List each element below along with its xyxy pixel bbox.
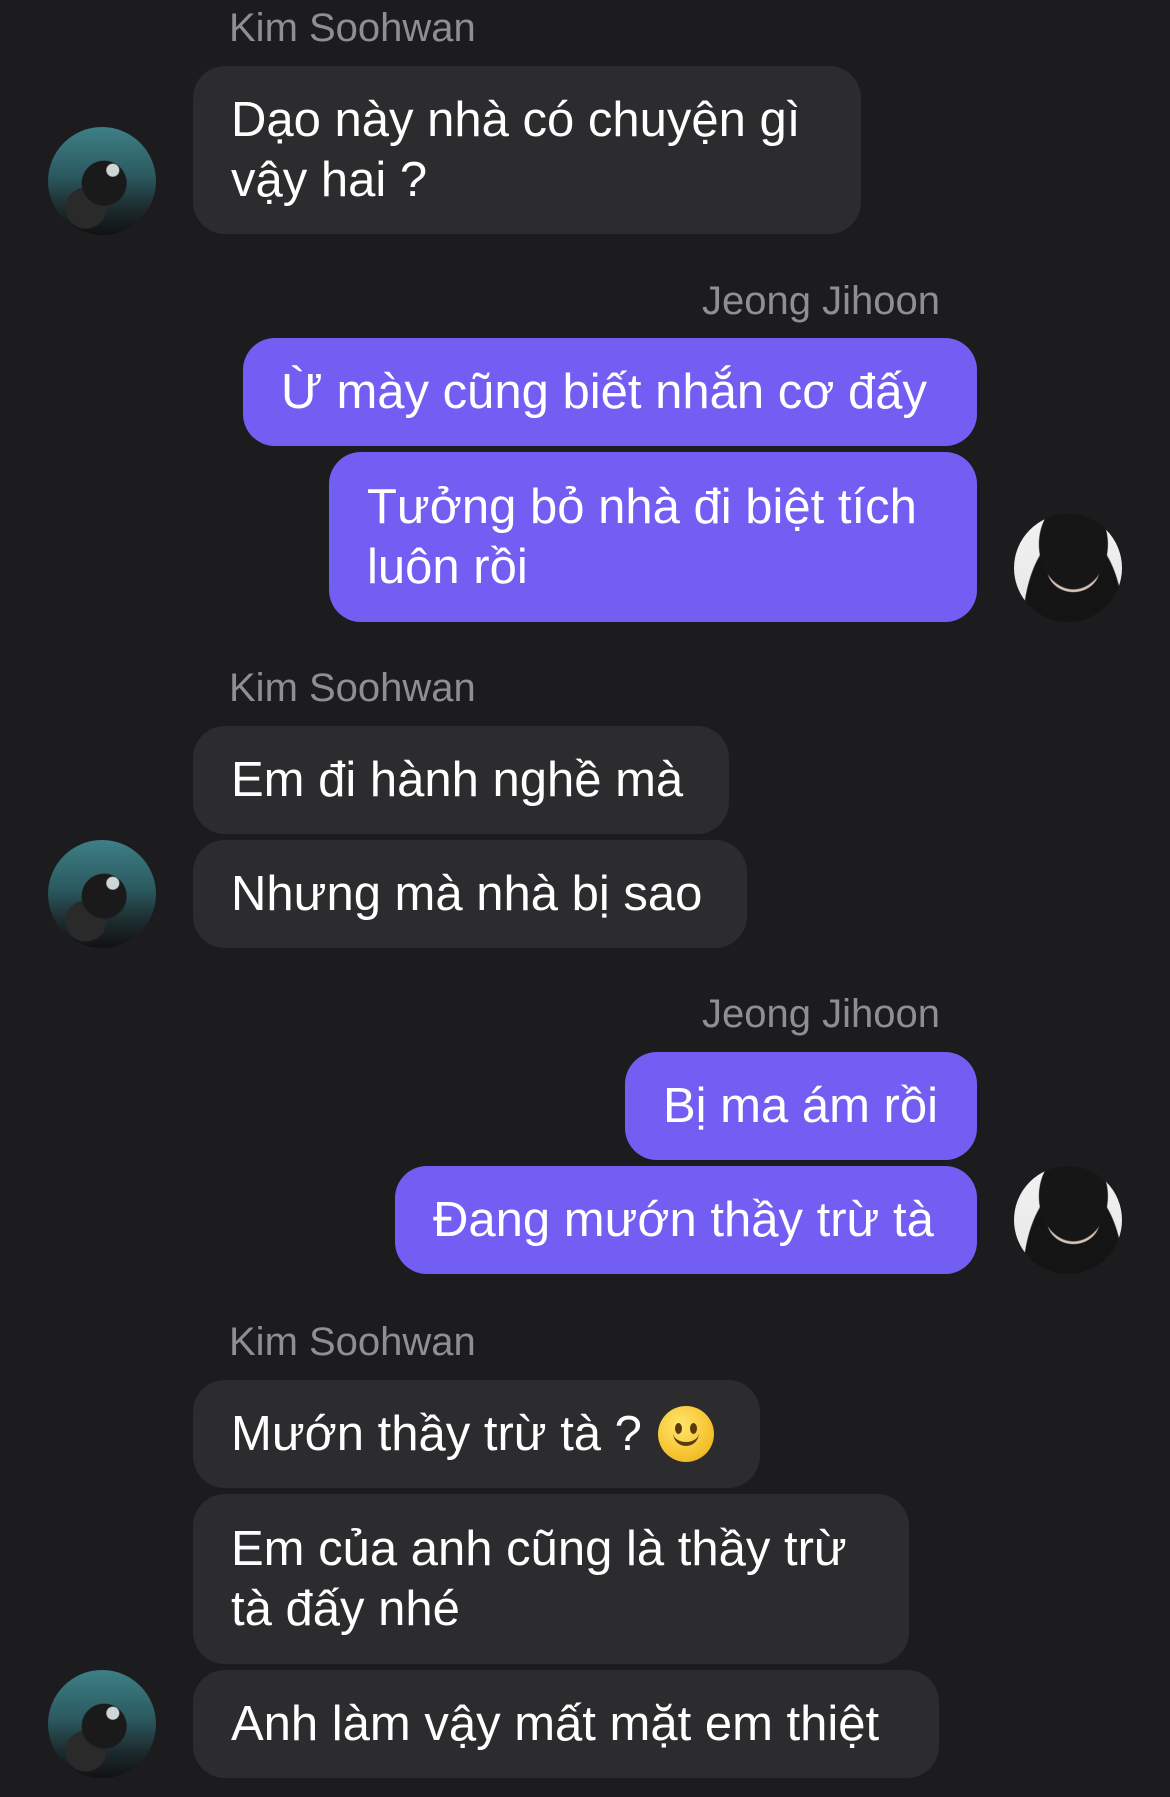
message-text: Em đi hành nghề mà (231, 753, 684, 807)
message-bubble-outgoing[interactable]: Đang mướn thầy trừ tà (395, 1166, 977, 1274)
message-bubble-outgoing[interactable]: Bị ma ám rồi (625, 1052, 977, 1160)
sender-name-kim: Kim Soohwan (229, 6, 476, 50)
message-text: Tưởng bỏ nhà đi biệt tích luôn rồi (367, 480, 917, 594)
message-text: Em của anh cũng là thầy trừ tà đấy nhé (231, 1522, 847, 1636)
message-text: Mướn thầy trừ tà ? (231, 1407, 642, 1461)
message-text: Dạo này nhà có chuyện gì vậy hai ? (231, 93, 801, 207)
message-bubble-incoming[interactable]: Em đi hành nghề mà (193, 726, 729, 834)
slightly-smiling-face-icon (657, 1406, 714, 1462)
message-bubble-outgoing[interactable]: Ừ mày cũng biết nhắn cơ đấy (243, 338, 977, 446)
message-bubble-incoming[interactable]: Em của anh cũng là thầy trừ tà đấy nhé (193, 1494, 909, 1664)
message-text: Đang mướn thầy trừ tà (433, 1193, 934, 1247)
kim-avatar[interactable] (48, 1670, 156, 1778)
kim-avatar[interactable] (48, 127, 156, 235)
jeong-avatar[interactable] (1014, 514, 1122, 622)
message-bubble-incoming[interactable]: Anh làm vậy mất mặt em thiệt (193, 1670, 939, 1778)
kim-avatar[interactable] (48, 840, 156, 948)
message-bubble-incoming[interactable]: Nhưng mà nhà bị sao (193, 840, 747, 948)
sender-name-kim: Kim Soohwan (229, 1320, 476, 1364)
message-bubble-outgoing[interactable]: Tưởng bỏ nhà đi biệt tích luôn rồi (329, 452, 977, 622)
jeong-avatar[interactable] (1014, 1166, 1122, 1274)
sender-name-jeong: Jeong Jihoon (702, 279, 940, 323)
message-text: Nhưng mà nhà bị sao (231, 867, 703, 921)
message-text: Ừ mày cũng biết nhắn cơ đấy (281, 365, 927, 419)
message-text: Anh làm vậy mất mặt em thiệt (231, 1697, 880, 1751)
message-text: Bị ma ám rồi (663, 1079, 939, 1133)
message-bubble-incoming[interactable]: Dạo này nhà có chuyện gì vậy hai ? (193, 66, 861, 234)
message-bubble-incoming[interactable]: Mướn thầy trừ tà ? (193, 1380, 760, 1488)
sender-name-kim: Kim Soohwan (229, 666, 476, 710)
sender-name-jeong: Jeong Jihoon (702, 992, 940, 1036)
